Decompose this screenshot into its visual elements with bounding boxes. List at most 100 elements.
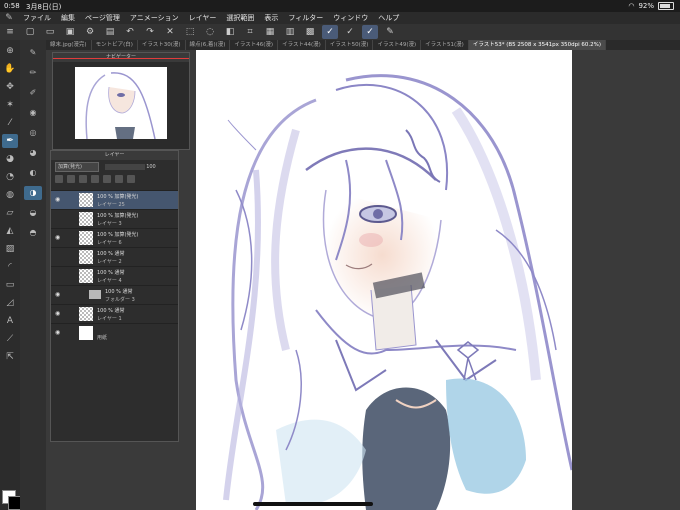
layer-row[interactable]: ◉ 100 % 加算(発光) レイヤー 25 <box>51 190 178 209</box>
tab-doc-active[interactable]: イラスト53* (B5 2508 x 3541px 350dpi 60.2%) <box>468 40 606 50</box>
merge-icon[interactable] <box>115 175 123 183</box>
visibility-eye-icon[interactable]: ◉ <box>55 234 62 241</box>
lasso-icon[interactable]: ◌ <box>202 25 218 39</box>
menu-animation[interactable]: アニメーション <box>125 13 184 23</box>
menu-selection[interactable]: 選択範囲 <box>221 13 259 23</box>
mask-icon[interactable] <box>103 175 111 183</box>
visibility-eye-icon[interactable]: ◉ <box>55 291 62 298</box>
visibility-eye-icon[interactable]: ◉ <box>55 310 62 317</box>
move-icon[interactable]: ✥ <box>2 80 18 94</box>
menu-bar: ✎ ファイル 編集 ページ管理 アニメーション レイヤー 選択範囲 表示 フィル… <box>0 12 680 24</box>
tab-doc-3[interactable]: イラスト30(漫) <box>138 40 186 50</box>
layer-thumbnail <box>79 307 93 321</box>
open-file-icon[interactable]: ▭ <box>42 25 58 39</box>
hamburger-icon[interactable]: ≡ <box>2 25 18 39</box>
crop-icon[interactable]: ⌗ <box>242 25 258 39</box>
layer-mode: 100 % 加算(発光) <box>97 194 139 200</box>
menu-layer[interactable]: レイヤー <box>184 13 222 23</box>
tab-doc-6[interactable]: イラスト44(漫) <box>278 40 326 50</box>
text-tool-icon[interactable]: A <box>2 314 18 328</box>
blend-tool-icon[interactable]: ◍ <box>2 188 18 202</box>
tab-doc-7[interactable]: イラスト50(漫) <box>326 40 374 50</box>
layer-row[interactable]: 100 % 通常 レイヤー 4 <box>51 266 178 285</box>
menu-help[interactable]: ヘルプ <box>373 13 404 23</box>
eraser-stroke-icon[interactable]: ✓ <box>362 25 378 39</box>
layer-row[interactable]: ◉ 100 % 加算(発光) レイヤー 6 <box>51 228 178 247</box>
subtool-7-icon[interactable]: ◐ <box>24 166 42 180</box>
gradient-tool-icon[interactable]: ▨ <box>2 242 18 256</box>
eyedropper-icon[interactable]: ⁄ <box>2 116 18 130</box>
fill-tool-icon[interactable]: ◭ <box>2 224 18 238</box>
pen-tool-icon[interactable]: ✒ <box>2 134 18 148</box>
home-indicator[interactable] <box>253 502 373 506</box>
layer-row[interactable]: 100 % 加算(発光) レイヤー 3 <box>51 209 178 228</box>
undo-icon[interactable]: ↶ <box>122 25 138 39</box>
layer-opacity-slider[interactable] <box>104 163 145 170</box>
blend-mode-select[interactable]: 加算(発光) <box>55 162 99 172</box>
delete-layer-icon[interactable] <box>127 175 135 183</box>
line-tool-icon[interactable]: ⟋ <box>2 332 18 346</box>
menu-window[interactable]: ウィンドウ <box>328 13 373 23</box>
subtool-10-icon[interactable]: ◓ <box>24 226 42 240</box>
clip-studio-logo-icon[interactable]: ✎ <box>0 13 18 23</box>
visibility-eye-icon[interactable]: ◉ <box>55 196 62 203</box>
menu-page[interactable]: ページ管理 <box>80 13 125 23</box>
subtool-5-icon[interactable]: ◎ <box>24 126 42 140</box>
pen-stroke-icon[interactable]: ✓ <box>322 25 338 39</box>
tab-doc-4[interactable]: 線点(6,着)(漫) <box>186 40 231 50</box>
tab-doc-1[interactable]: 線末.jpg(漫完) <box>46 40 92 50</box>
tab-doc-9[interactable]: イラスト51(漫) <box>421 40 469 50</box>
eraser-tool-icon[interactable]: ▱ <box>2 206 18 220</box>
tab-doc-8[interactable]: イラスト49(漫) <box>373 40 422 50</box>
new-file-icon[interactable]: ▢ <box>22 25 38 39</box>
save-icon[interactable]: ▣ <box>62 25 78 39</box>
navigator-panel: ナビゲーター <box>52 52 190 150</box>
subtool-3-icon[interactable]: ✐ <box>24 86 42 100</box>
figure-tool-icon[interactable]: ◜ <box>2 260 18 274</box>
drawing-canvas[interactable] <box>196 50 572 510</box>
clip-icon[interactable] <box>79 175 87 183</box>
layer-row[interactable]: 100 % 通常 レイヤー 2 <box>51 247 178 266</box>
screen-icon[interactable]: ▤ <box>102 25 118 39</box>
layer-opacity-value[interactable]: 100 <box>146 164 156 170</box>
new-folder-icon[interactable] <box>67 175 75 183</box>
visibility-eye-icon[interactable]: ◉ <box>55 329 62 336</box>
tab-doc-2[interactable]: モントビア(白) <box>92 40 138 50</box>
menu-filter[interactable]: フィルター <box>283 13 328 23</box>
layer-row[interactable]: ◉ 100 % 通常 レイヤー 1 <box>51 304 178 323</box>
new-layer-icon[interactable] <box>55 175 63 183</box>
navigator-preview[interactable] <box>75 67 167 140</box>
menu-file[interactable]: ファイル <box>18 13 56 23</box>
menu-edit[interactable]: 編集 <box>56 13 80 23</box>
grid-icon[interactable]: ▩ <box>302 25 318 39</box>
zoom-icon[interactable]: ⊕ <box>2 44 18 58</box>
subtool-4-icon[interactable]: ◉ <box>24 106 42 120</box>
transform-icon[interactable]: ⬚ <box>182 25 198 39</box>
clear-icon[interactable]: ✕ <box>162 25 178 39</box>
subtool-8-icon[interactable]: ◑ <box>24 186 42 200</box>
subtool-1-icon[interactable]: ✎ <box>24 46 42 60</box>
settings-icon[interactable]: ⚙ <box>82 25 98 39</box>
folder-row[interactable]: ◉ 100 % 通常 フォルダー 3 <box>51 285 178 304</box>
note-icon[interactable]: ✎ <box>382 25 398 39</box>
subtool-6-icon[interactable]: ◕ <box>24 146 42 160</box>
magic-wand-icon[interactable]: ✶ <box>2 98 18 112</box>
operation-tool-icon[interactable]: ⇱ <box>2 350 18 364</box>
paper-layer-row[interactable]: ◉ 用紙 <box>51 323 178 342</box>
redo-icon[interactable]: ↷ <box>142 25 158 39</box>
hand-icon[interactable]: ✋ <box>2 62 18 76</box>
ruler-icon[interactable]: ▥ <box>282 25 298 39</box>
brush-stroke-icon[interactable]: ✓ <box>342 25 358 39</box>
balloon-tool-icon[interactable]: ◿ <box>2 296 18 310</box>
menu-view[interactable]: 表示 <box>259 13 283 23</box>
lock-icon[interactable] <box>91 175 99 183</box>
brush-tool-icon[interactable]: ◕ <box>2 152 18 166</box>
tab-doc-5[interactable]: イラスト46(漫) <box>230 40 279 50</box>
color-swatches[interactable] <box>2 490 22 510</box>
snap-icon[interactable]: ▦ <box>262 25 278 39</box>
subtool-2-icon[interactable]: ✏ <box>24 66 42 80</box>
frame-tool-icon[interactable]: ▭ <box>2 278 18 292</box>
subtool-9-icon[interactable]: ◒ <box>24 206 42 220</box>
airbrush-tool-icon[interactable]: ◔ <box>2 170 18 184</box>
fill-icon[interactable]: ◧ <box>222 25 238 39</box>
